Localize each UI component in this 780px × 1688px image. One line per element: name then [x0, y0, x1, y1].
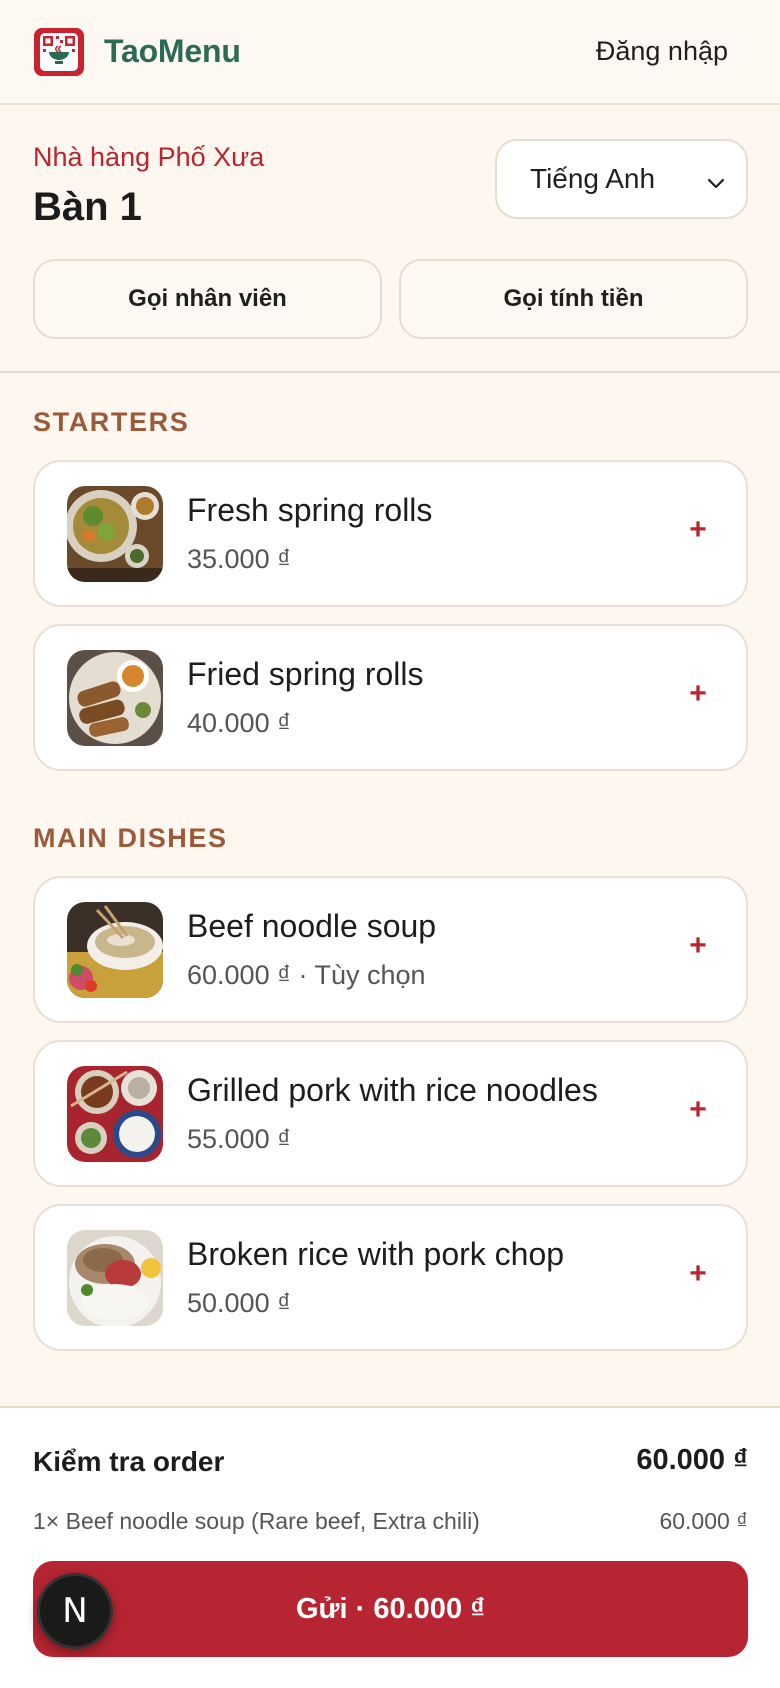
item-price: 60.000 ₫ · Tùy chọn — [187, 960, 426, 990]
menu-item-card[interactable]: Broken rice with pork chop 50.000 ₫ + — [33, 1204, 748, 1351]
table-name: Bàn 1 — [33, 185, 142, 229]
language-select-value: Tiếng Anh — [530, 163, 656, 194]
dish-photo — [67, 902, 163, 998]
restaurant-section: Nhà hàng Phố Xưa Bàn 1 Tiếng Anh Gọi nhâ… — [0, 105, 780, 373]
add-icon[interactable]: + — [680, 1256, 716, 1292]
brand[interactable]: TaoMenu — [34, 27, 241, 76]
call-staff-button[interactable]: Gọi nhân viên — [33, 259, 382, 339]
language-select[interactable]: Tiếng Anh — [495, 139, 748, 219]
item-price: 50.000 ₫ — [187, 1288, 291, 1318]
category-title-starters: STARTERS — [33, 407, 190, 437]
dish-photo — [67, 1066, 163, 1162]
item-price: 35.000 ₫ — [187, 544, 291, 574]
item-name: Grilled pork with rice noodles — [187, 1072, 598, 1108]
submit-order-button[interactable]: Gửi · 60.000 ₫ — [33, 1561, 748, 1657]
dish-photo — [67, 1230, 163, 1326]
add-icon[interactable]: + — [680, 1092, 716, 1128]
chevron-down-icon — [706, 169, 726, 201]
item-name: Beef noodle soup — [187, 908, 437, 944]
order-line-item: 1× Beef noodle soup (Rare beef, Extra ch… — [33, 1508, 480, 1534]
menu-item-card[interactable]: Beef noodle soup 60.000 ₫ · Tùy chọn + — [33, 876, 748, 1023]
top-bar: TaoMenu Đăng nhập — [0, 0, 780, 105]
menu-item-card[interactable]: Grilled pork with rice noodles 55.000 ₫ … — [33, 1040, 748, 1187]
item-name: Fresh spring rolls — [187, 492, 433, 528]
login-link[interactable]: Đăng nhập — [596, 36, 728, 67]
add-icon[interactable]: + — [680, 928, 716, 964]
item-price: 40.000 ₫ — [187, 708, 291, 738]
order-title: Kiểm tra order — [33, 1446, 225, 1477]
order-line-price: 60.000 ₫ — [659, 1508, 748, 1534]
restaurant-name: Nhà hàng Phố Xưa — [33, 142, 265, 172]
order-total: 60.000 ₫ — [636, 1444, 748, 1476]
add-icon[interactable]: + — [680, 676, 716, 712]
add-icon[interactable]: + — [680, 512, 716, 548]
qr-menu-logo-icon — [34, 27, 84, 76]
dev-tools-badge[interactable]: N — [37, 1573, 113, 1649]
category-title-main-dishes: MAIN DISHES — [33, 823, 228, 853]
dish-photo — [67, 650, 163, 746]
order-review-panel: Kiểm tra order 60.000 ₫ 1× Beef noodle s… — [0, 1406, 780, 1688]
menu-item-card[interactable]: Fresh spring rolls 35.000 ₫ + — [33, 460, 748, 607]
dish-photo — [67, 486, 163, 582]
call-bill-button[interactable]: Gọi tính tiền — [399, 259, 748, 339]
brand-name: TaoMenu — [104, 33, 241, 69]
item-price: 55.000 ₫ — [187, 1124, 291, 1154]
item-name: Broken rice with pork chop — [187, 1236, 565, 1272]
item-name: Fried spring rolls — [187, 656, 424, 692]
menu-item-card[interactable]: Fried spring rolls 40.000 ₫ + — [33, 624, 748, 771]
